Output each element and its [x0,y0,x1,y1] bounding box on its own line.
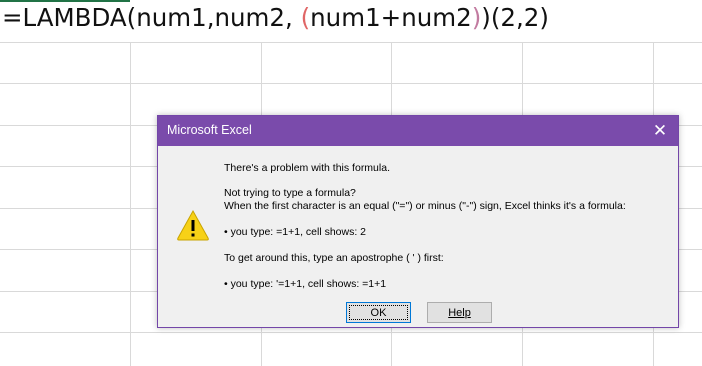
dialog-message-line: There's a problem with this formula. [224,162,390,174]
column-gridline [130,0,131,366]
formula-close-paren: ) [471,3,482,32]
excel-error-dialog: Microsoft Excel ✕ There's a problem with… [157,115,679,328]
dialog-titlebar[interactable]: Microsoft Excel ✕ [158,116,678,146]
dialog-message-line: Not trying to type a formula? [224,187,356,199]
formula-body: num1+num2 [310,3,472,32]
help-button[interactable]: Help [427,302,492,323]
formula-open-paren: ( [300,3,311,32]
formula-text[interactable]: =LAMBDA(num1,num2, (num1+num2))(2,2) [2,3,549,32]
row-gridline [0,332,702,333]
close-icon[interactable]: ✕ [642,116,678,146]
dialog-message-line: To get around this, type an apostrophe (… [224,252,444,264]
ok-button[interactable]: OK [346,302,411,323]
formula-prefix: =LAMBDA(num1,num2, [2,3,301,32]
help-button-label: Help [448,306,471,319]
formula-suffix: )(2,2) [481,3,549,32]
dialog-title: Microsoft Excel [167,123,252,137]
dialog-message-line: • you type: '=1+1, cell shows: =1+1 [224,278,387,290]
dialog-message-line: • you type: =1+1, cell shows: 2 [224,226,367,238]
dialog-message-line: When the first character is an equal ("=… [224,200,626,212]
active-cell-editor[interactable]: =LAMBDA(num1,num2, (num1+num2))(2,2) [0,0,702,42]
row-gridline [0,83,702,84]
row-gridline [0,42,702,43]
active-cell-border [0,0,130,2]
warning-icon [177,209,209,241]
